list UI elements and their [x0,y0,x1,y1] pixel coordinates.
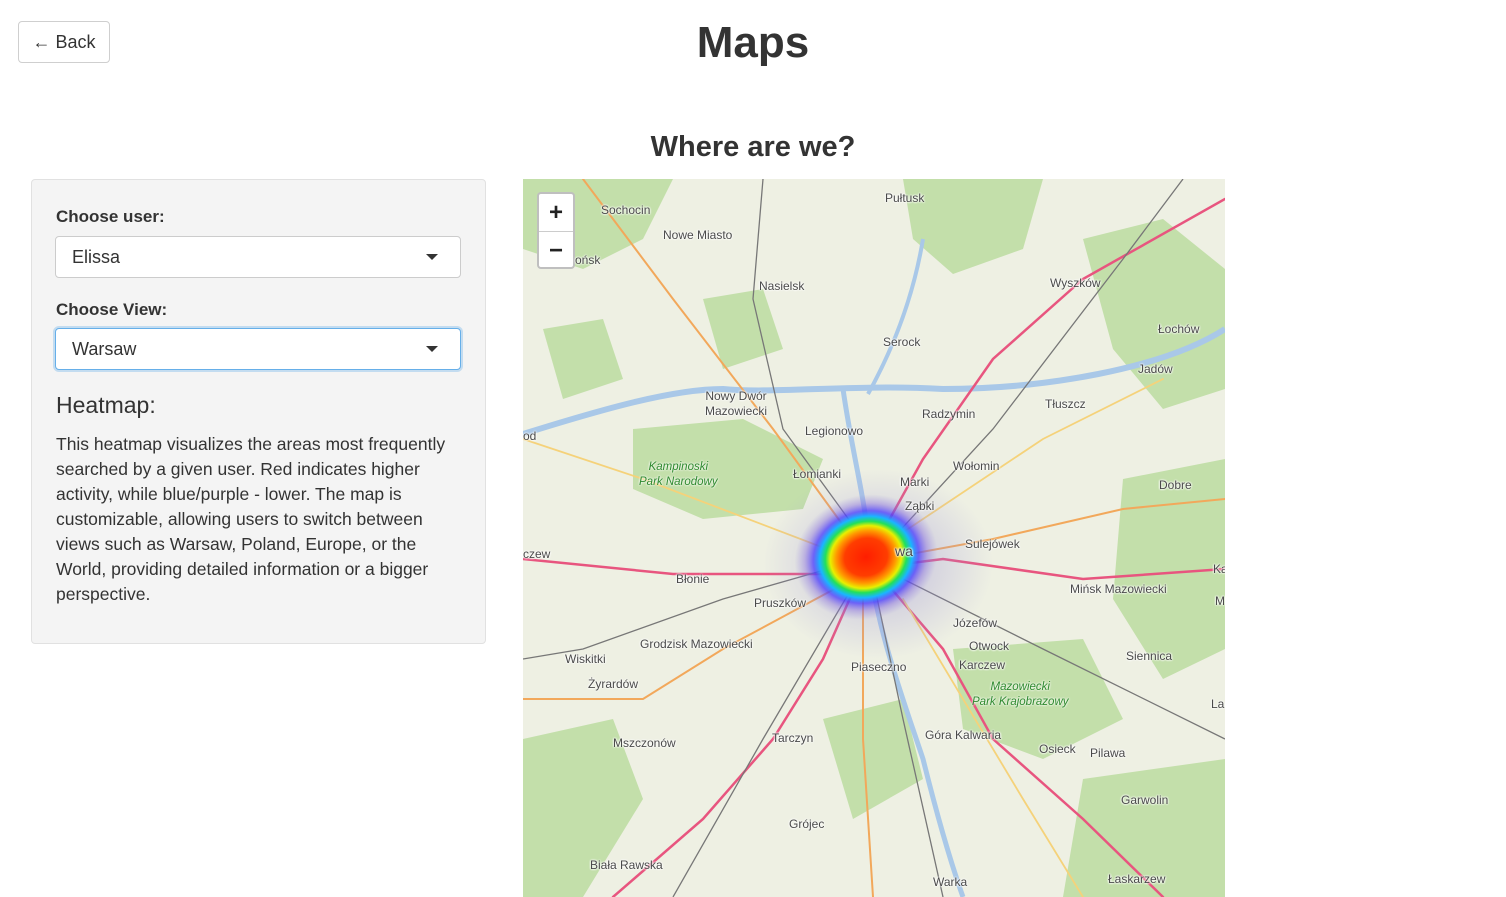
place-label: Siennica [1126,649,1173,663]
place-label: Mińsk Mazowiecki [1070,582,1167,596]
place-label: Tarczyn [772,731,814,745]
place-label: Mszczonów [613,736,676,750]
zoom-in-button[interactable]: + [539,194,573,232]
place-label: Sulejówek [965,537,1020,551]
place-label: Grodzisk Mazowiecki [640,637,753,651]
place-label: Sochocin [601,203,651,217]
park-label: Kampinoski Park Narodowy [639,461,718,488]
place-label: Warka [933,875,968,889]
place-label: La [1211,697,1225,711]
place-label: Serock [883,335,921,349]
place-label: Pruszków [754,596,807,610]
place-label: Józefów [953,616,998,630]
choose-user-label: Choose user: [56,207,165,226]
place-label: Wiskitki [565,652,606,666]
place-label: Błonie [676,572,710,586]
place-label: Pilawa [1090,746,1126,760]
place-label: Góra Kalwaria [925,728,1002,742]
place-label: Ka [1213,562,1225,576]
place-label: od [523,429,537,443]
place-label: Jadów [1138,362,1173,376]
place-label: Radzymin [922,407,976,421]
place-label: czew [523,547,551,561]
section-title: Where are we? [650,131,856,163]
place-label: Tłuszcz [1045,397,1086,411]
place-label: Osieck [1039,742,1076,756]
view-select-value: Warsaw [72,338,137,359]
place-label: ońsk [575,253,601,267]
place-label: Nowe Miasto [663,228,733,242]
place-label: Żyrardów [588,677,639,691]
place-label: M [1215,594,1225,608]
map-tiles [523,179,1225,897]
place-label: Legionowo [805,424,864,438]
chevron-down-icon [426,254,438,260]
place-label: Łaskarzew [1108,872,1166,886]
user-select-value: Elissa [72,246,121,267]
place-label: Nowy Dwór Mazowiecki [705,389,768,418]
chevron-down-icon [426,346,438,352]
place-label: Nasielsk [759,279,805,293]
place-label: wa [895,543,913,559]
place-label: Marki [900,475,930,489]
page-title: Maps [696,18,810,67]
place-label: Pułtusk [885,191,925,205]
heatmap-map[interactable]: + − Sochocin Pułtusk Nowe Miasto ońsk Na… [523,179,1225,897]
choose-view-label: Choose View: [56,300,168,319]
place-label: Otwock [969,639,1010,653]
heatmap-description: This heatmap visualizes the areas most f… [56,434,446,604]
place-label: Łochów [1158,322,1200,336]
place-label: Łomianki [793,467,842,481]
park-label: Mazowiecki Park Krajobrazowy [972,681,1069,708]
place-label: Piaseczno [851,660,907,674]
place-label: Biała Rawska [590,858,663,872]
place-label: Dobre [1159,478,1192,492]
place-label: Garwolin [1121,793,1169,807]
place-label: Ząbki [905,499,935,513]
place-label: Wołomin [953,459,1000,473]
view-select[interactable]: Warsaw [55,328,461,370]
place-label: Grójec [789,817,825,831]
place-label: Karczew [959,658,1006,672]
place-label: Wyszków [1050,276,1101,290]
zoom-control: + − [537,192,575,269]
sidebar-panel: Choose user: Elissa Choose View: Warsaw … [31,179,486,644]
zoom-out-button[interactable]: − [539,232,573,267]
heatmap-title: Heatmap: [56,392,156,418]
user-select[interactable]: Elissa [55,236,461,278]
